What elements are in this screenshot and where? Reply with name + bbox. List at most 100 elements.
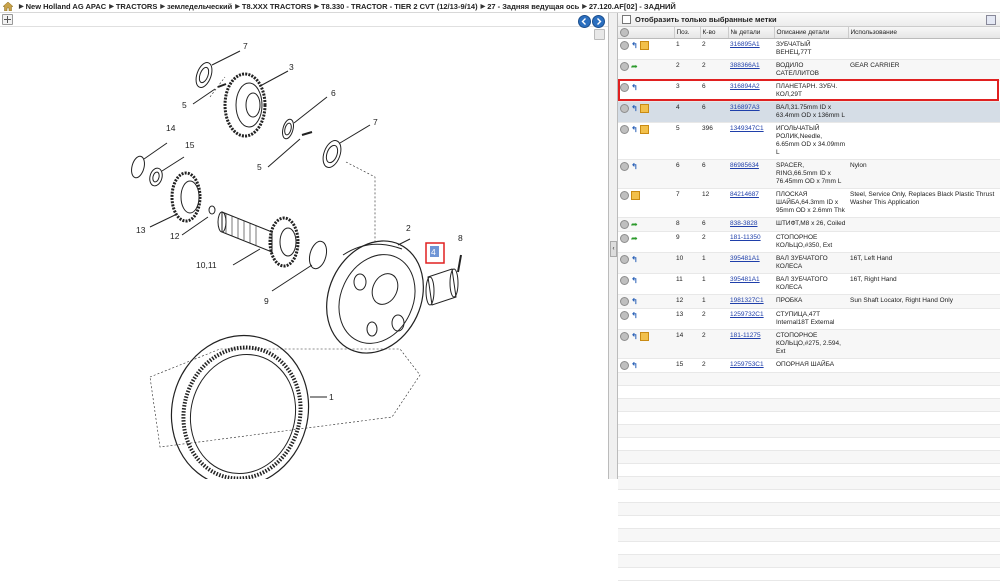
eye-icon[interactable] — [620, 104, 629, 113]
table-row[interactable]: ➦ 8 6 838-3828 ШТИФТ,M8 x 26, Coiled — [618, 217, 1000, 232]
breadcrumb-item[interactable]: 27.120.AF[02] - ЗАДНИЙ — [589, 2, 676, 11]
header-qty[interactable]: К-во — [700, 27, 729, 39]
eye-icon[interactable] — [620, 297, 629, 306]
eye-icon[interactable] — [620, 28, 629, 37]
home-icon[interactable] — [3, 1, 13, 11]
table-row[interactable]: ↰ 13 2 1259732C1 СТУПИЦА,47T Internal18T Ext… — [618, 308, 1000, 330]
table-row[interactable]: ➦ 2 2 388366A1 ВОДИЛО САТЕЛЛИТОВ GEAR CARRIER — [618, 59, 1000, 81]
table-row[interactable]: ↰ 12 1 1981327C1 ПРОБКА Sun Shaft Locator, Ri… — [618, 294, 1000, 309]
row-part-number[interactable]: 316897A3 — [730, 104, 760, 111]
eye-icon[interactable] — [620, 62, 629, 71]
kit-box-icon[interactable] — [640, 125, 649, 134]
expand-icon[interactable] — [2, 14, 13, 25]
callout-7[interactable]: 7 — [243, 41, 248, 51]
part-ring-gear[interactable] — [155, 320, 326, 479]
table-row[interactable]: ↰ 11 1 395481A1 ВАЛ ЗУБЧАТОГО КОЛЕСА 16T, Rig… — [618, 273, 1000, 295]
info-icon[interactable]: ↰ — [631, 255, 638, 263]
row-part-number[interactable]: 1349347C1 — [730, 125, 764, 132]
eye-icon[interactable] — [620, 255, 629, 264]
eye-icon[interactable] — [620, 125, 629, 134]
row-part-number[interactable]: 181-11350 — [730, 234, 761, 241]
row-part-number[interactable]: 181-11275 — [730, 332, 761, 339]
eye-icon[interactable] — [620, 41, 629, 50]
table-row[interactable]: ↰ 5 396 1349347C1 ИГОЛЬЧАТЫЙ РОЛИК,Needle, 6… — [618, 122, 1000, 160]
callout-13[interactable]: 13 — [136, 225, 146, 235]
row-part-number[interactable]: 1259753C1 — [730, 361, 764, 368]
header-pos[interactable]: Поз. — [674, 27, 701, 39]
info-icon[interactable]: ↰ — [631, 361, 638, 369]
header-usage[interactable]: Использование — [848, 27, 1000, 39]
replacement-arrow-icon[interactable]: ➦ — [631, 235, 638, 243]
callout-7b[interactable]: 7 — [373, 117, 378, 127]
table-row[interactable]: 7 12 84214687 ПЛОСКАЯ ШАЙБА,64.3mm ID x 95m… — [618, 188, 1000, 218]
table-row[interactable]: ↰ 3 6 316894A2 ПЛАНЕТАРН. ЗУБЧ. КОЛ,29T — [618, 80, 1000, 102]
part-gear-carrier[interactable] — [309, 225, 441, 369]
callout-8[interactable]: 8 — [458, 233, 463, 243]
row-part-number[interactable]: 388366A1 — [730, 62, 760, 69]
part-plug[interactable] — [208, 205, 216, 215]
callout-2[interactable]: 2 — [406, 223, 411, 233]
part-sun-shaft[interactable] — [217, 211, 300, 268]
info-icon[interactable]: ↰ — [631, 297, 638, 305]
row-part-number[interactable]: 316895A1 — [730, 41, 760, 48]
info-icon[interactable]: ↰ — [631, 125, 638, 133]
breadcrumb-item[interactable]: TRACTORS — [116, 2, 158, 11]
callout-15[interactable]: 15 — [185, 140, 195, 150]
table-row[interactable]: ↰ 10 1 395481A1 ВАЛ ЗУБЧАТОГО КОЛЕСА 16T, Lef… — [618, 252, 1000, 274]
info-icon[interactable]: ↰ — [631, 162, 638, 170]
callout-6[interactable]: 6 — [331, 88, 336, 98]
callout-1[interactable]: 1 — [329, 392, 334, 402]
info-icon[interactable]: ↰ — [631, 311, 638, 319]
kit-box-icon[interactable] — [631, 191, 640, 200]
part-spacer-ring[interactable] — [281, 118, 296, 140]
eye-icon[interactable] — [620, 311, 629, 320]
breadcrumb-item[interactable]: земледельческий — [167, 2, 232, 11]
row-part-number[interactable]: 1981327C1 — [730, 297, 764, 304]
replacement-arrow-icon[interactable]: ➦ — [631, 63, 638, 71]
part-shaft[interactable] — [425, 268, 459, 306]
eye-icon[interactable] — [620, 162, 629, 171]
info-icon[interactable]: ↰ — [631, 41, 638, 49]
row-part-number[interactable]: 395481A1 — [730, 255, 760, 262]
row-part-number[interactable]: 838-3828 — [730, 220, 757, 227]
callout-4[interactable]: 4 — [431, 247, 436, 257]
row-part-number[interactable]: 1259732C1 — [730, 311, 764, 318]
table-row[interactable]: ↰ 15 2 1259753C1 ОПОРНАЯ ШАЙБА — [618, 358, 1000, 373]
breadcrumb-item[interactable]: T8.330 - TRACTOR - TIER 2 CVT (12/13-9/1… — [321, 2, 478, 11]
info-icon[interactable]: ↰ — [631, 276, 638, 284]
row-part-number[interactable]: 86985634 — [730, 162, 759, 169]
show-selected-checkbox[interactable] — [622, 15, 631, 24]
table-row[interactable]: ➦ 9 2 181-11350 СТОПОРНОЕ КОЛЬЦО,#350, Ext — [618, 231, 1000, 253]
callout-9[interactable]: 9 — [264, 296, 269, 306]
kit-box-icon[interactable] — [640, 41, 649, 50]
panel-splitter[interactable]: ‹ — [609, 13, 618, 479]
callout-3[interactable]: 3 — [289, 62, 294, 72]
part-planet-gear[interactable] — [223, 72, 267, 138]
callout-5b[interactable]: 5 — [257, 162, 262, 172]
breadcrumb-item[interactable]: 27 - Задняя ведущая ось — [487, 2, 579, 11]
part-thrust-washer[interactable] — [193, 60, 215, 89]
replacement-arrow-icon[interactable]: ➦ — [631, 221, 638, 229]
row-part-number[interactable]: 84214687 — [730, 191, 759, 198]
eye-icon[interactable] — [620, 276, 629, 285]
row-part-number[interactable]: 316894A2 — [730, 83, 760, 90]
table-row[interactable]: ↰ 14 2 181-11275 СТОПОРНОЕ КОЛЬЦО,#275, 2.59… — [618, 329, 1000, 359]
kit-box-icon[interactable] — [640, 332, 649, 341]
eye-icon[interactable] — [620, 191, 629, 200]
info-icon[interactable]: ↰ — [631, 332, 638, 340]
table-row[interactable]: ↰ 1 2 316895A1 ЗУБЧАТЫЙ ВЕНЕЦ,77T — [618, 38, 1000, 60]
eye-icon[interactable] — [620, 83, 629, 92]
table-row[interactable]: ↰ 6 6 86985634 SPACER, RING,66.5mm ID x 76.4… — [618, 159, 1000, 189]
header-desc[interactable]: Описание детали — [774, 27, 849, 39]
breadcrumb-item[interactable]: T8.XXX TRACTORS — [242, 2, 311, 11]
collapse-arrow-icon[interactable]: ‹ — [610, 241, 617, 257]
callout-10-11[interactable]: 10,11 — [196, 260, 217, 270]
breadcrumb-item[interactable]: New Holland AG APAC — [26, 2, 107, 11]
eye-icon[interactable] — [620, 332, 629, 341]
info-icon[interactable]: ↰ — [631, 83, 638, 91]
part-hub-gear[interactable] — [170, 171, 202, 223]
table-row[interactable]: ↰ 4 6 316897A3 ВАЛ,31.75mm ID x 63.4mm OD x … — [618, 101, 1000, 123]
callout-5[interactable]: 5 — [182, 100, 187, 110]
eye-icon[interactable] — [620, 234, 629, 243]
kit-box-icon[interactable] — [640, 104, 649, 113]
